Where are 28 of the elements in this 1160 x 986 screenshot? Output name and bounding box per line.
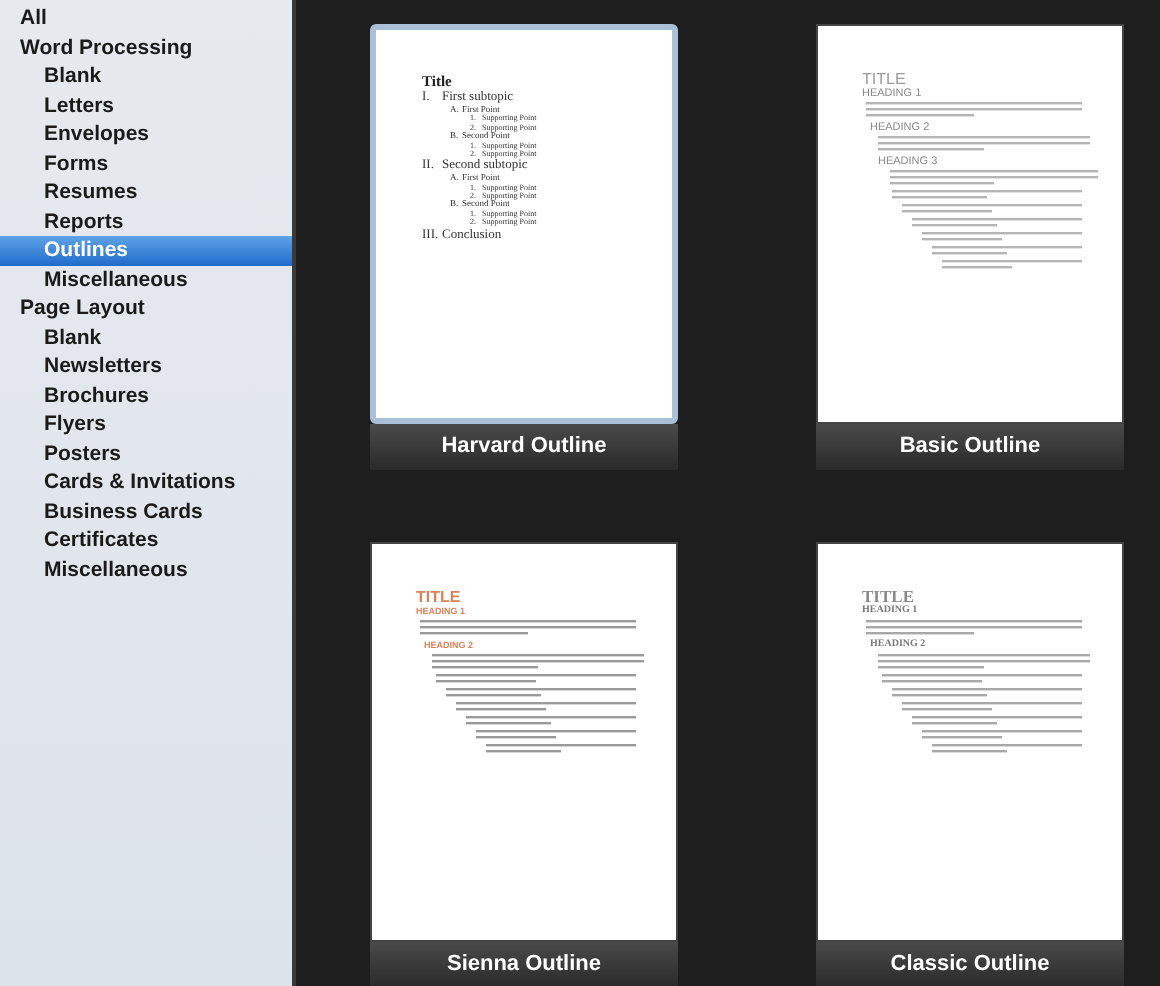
sidebar-item[interactable]: Reports: [0, 207, 292, 236]
sidebar-item[interactable]: Blank: [0, 323, 292, 352]
template-name: Classic Outline: [816, 942, 1124, 986]
sidebar-item[interactable]: Brochures: [0, 381, 292, 410]
sidebar-item[interactable]: Miscellaneous: [0, 265, 292, 294]
template-name: Basic Outline: [816, 424, 1124, 470]
sidebar-item[interactable]: Forms: [0, 149, 292, 178]
sidebar-item[interactable]: Business Cards: [0, 497, 292, 526]
sidebar-item[interactable]: Envelopes: [0, 120, 292, 149]
document-title: TITLE: [416, 588, 463, 606]
sidebar-item[interactable]: Outlines: [0, 236, 292, 265]
template-thumbnail[interactable]: [370, 24, 678, 424]
sidebar-item[interactable]: Certificates: [0, 526, 292, 555]
sidebar-item[interactable]: Posters: [0, 439, 292, 468]
sidebar-item[interactable]: All: [0, 4, 292, 33]
sidebar-item[interactable]: Flyers: [0, 410, 292, 439]
sidebar-item[interactable]: Word Processing: [0, 33, 292, 62]
sidebar-item[interactable]: Page Layout: [0, 294, 292, 323]
sidebar-item[interactable]: Blank: [0, 62, 292, 91]
sidebar-item[interactable]: Resumes: [0, 178, 292, 207]
sidebar-item[interactable]: Newsletters: [0, 352, 292, 381]
sidebar-item[interactable]: Cards & Invitations: [0, 468, 292, 497]
document-title: TITLE: [862, 588, 914, 606]
sidebar-item[interactable]: Letters: [0, 91, 292, 120]
template-name: Harvard Outline: [370, 424, 678, 470]
document-title: TITLE: [862, 70, 908, 88]
sidebar-item[interactable]: Miscellaneous: [0, 555, 292, 584]
template-name: Sienna Outline: [370, 942, 678, 986]
